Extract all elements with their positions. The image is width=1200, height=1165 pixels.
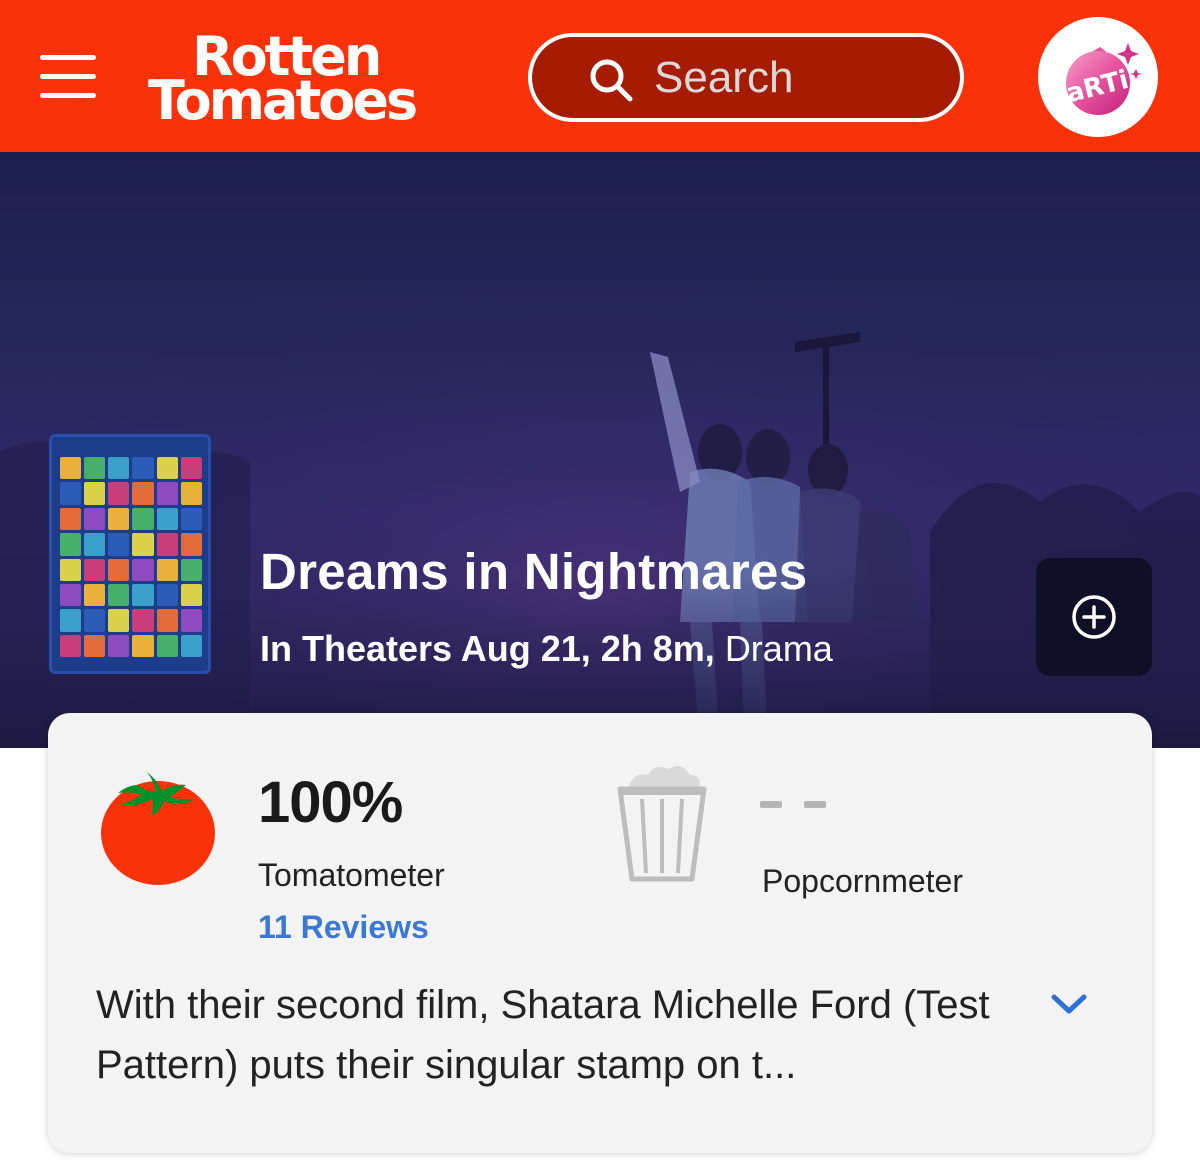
reviews-count-link[interactable]: 11 Reviews [258, 909, 429, 946]
movie-meta: In Theaters Aug 21, 2h 8m, Drama [260, 628, 833, 670]
plus-circle-icon [1072, 595, 1116, 639]
arti-tomato-icon: aRTi [1063, 43, 1142, 115]
tomatometer-label: Tomatometer [258, 857, 445, 893]
movie-release-runtime: In Theaters Aug 21, 2h 8m, [260, 628, 715, 669]
critics-consensus-text: With their second film, Shatara Michelle… [96, 983, 990, 1087]
popcornmeter-label: Popcornmeter [762, 863, 963, 899]
movie-title: Dreams in Nightmares [260, 543, 808, 600]
search-icon [590, 59, 633, 102]
add-to-watchlist-button[interactable] [1036, 558, 1152, 676]
arti-avatar-button[interactable]: aRTi [1038, 17, 1158, 137]
empty-popcorn-bucket-icon [617, 766, 707, 882]
hamburger-menu-icon[interactable] [40, 55, 96, 99]
chevron-down-icon[interactable] [1048, 989, 1090, 1019]
poster-artwork [60, 457, 202, 657]
popcornmeter-score-empty [760, 801, 826, 815]
movie-poster[interactable] [49, 434, 211, 674]
movie-hero: Dreams in Nightmares In Theaters Aug 21,… [0, 152, 1200, 748]
fresh-tomato-icon [101, 771, 215, 885]
score-card: 100% Tomatometer 11 Reviews Popcornmeter… [48, 713, 1152, 1153]
search-placeholder: Search [654, 53, 794, 102]
logo-text-tomatoes: Tomatoes [148, 69, 418, 132]
movie-genre: Drama [724, 628, 833, 669]
tomatometer-score: 100% [258, 770, 403, 835]
rotten-tomatoes-logo[interactable]: Rotten Tomatoes [148, 28, 478, 128]
site-header: Rotten Tomatoes Search aRTi [0, 0, 1200, 152]
search-input[interactable]: Search [528, 33, 964, 122]
